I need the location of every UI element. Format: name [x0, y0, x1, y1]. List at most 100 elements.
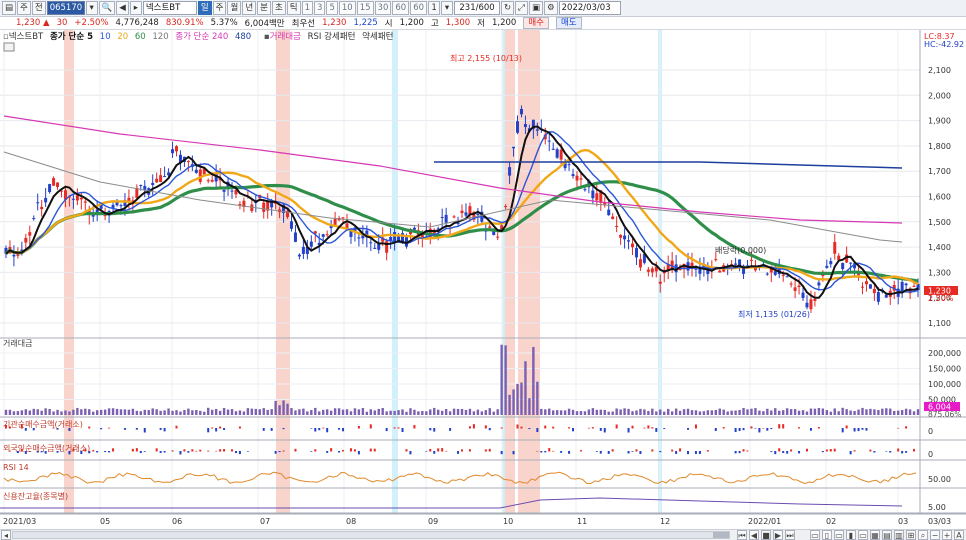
gear-icon[interactable]: ⚙ [544, 1, 558, 15]
foreign-flow-bar [357, 451, 360, 455]
volume-bar [12, 411, 16, 415]
tool-6-icon[interactable]: ▦ [870, 530, 880, 540]
candle-body [567, 164, 571, 166]
buy-button[interactable]: 매수 [523, 17, 549, 29]
trade-amount: 6,004백만 [244, 19, 285, 29]
minute-15[interactable]: 15 [356, 1, 374, 15]
stock-name-field[interactable]: 넥스트BT [142, 1, 197, 15]
volume-bar [544, 409, 547, 415]
inst-flow-bar [809, 428, 812, 431]
candle-body [579, 178, 583, 180]
horizontal-scrollbar[interactable] [12, 531, 730, 539]
code-dropdown-icon[interactable]: ▾ [85, 1, 98, 15]
prev-stock-icon[interactable]: ◀ [116, 1, 129, 15]
last-page-icon[interactable]: ⏭ [785, 530, 795, 540]
save-icon[interactable]: ▣ [528, 1, 543, 15]
candle-body [638, 259, 642, 268]
volume-bar [302, 408, 305, 415]
scroll-thumb[interactable] [713, 532, 729, 538]
foreign-flow-bar [409, 451, 412, 455]
data-count-field[interactable]: 231/600 [454, 1, 501, 15]
tab-month[interactable]: 월 [227, 1, 242, 15]
candle-body [301, 246, 305, 254]
zoom-out-search-icon[interactable]: ⌕ [918, 530, 928, 540]
volume-bar [68, 411, 71, 415]
volume-bar [8, 409, 12, 415]
zoom-in-icon[interactable]: + [942, 530, 952, 540]
prev-page-icon[interactable]: ◀ [749, 530, 759, 540]
volume-bar [575, 411, 579, 415]
volume-bar [492, 411, 495, 415]
view-button[interactable]: 전 [31, 1, 46, 15]
date-tick-label: 10 [503, 517, 513, 526]
search-icon[interactable]: 🔍 [98, 1, 116, 15]
zoom-out-icon[interactable]: − [930, 530, 940, 540]
font-size-icon[interactable]: A [954, 530, 964, 540]
inst-panel-title: 기관순매수금액(거래소) [3, 419, 83, 429]
volume-bar [437, 409, 440, 415]
tool-7-icon[interactable]: ▤ [882, 530, 892, 540]
low-price: 1,200 [491, 18, 517, 28]
scroll-left-icon[interactable]: ◂ [1, 530, 11, 540]
minute-5[interactable]: 5 [326, 1, 338, 15]
inst-flow-bar [758, 428, 761, 433]
minute-10[interactable]: 10 [338, 1, 356, 15]
foreign-flow-bar [330, 448, 333, 452]
date-tick-label: 05 [100, 517, 110, 526]
next-stock-icon[interactable]: ▸ [129, 1, 142, 15]
stop-icon[interactable]: ■ [761, 530, 771, 540]
candle-body [623, 235, 627, 240]
unit-input[interactable]: 1 [428, 1, 441, 15]
foreign-flow-bar [500, 451, 503, 455]
volume-bar [262, 408, 265, 415]
price-tick-label: 1,900 [928, 117, 951, 126]
tool-5-icon[interactable]: ▭ [858, 530, 868, 540]
volume-bar [809, 408, 813, 415]
period-button[interactable]: 주 [17, 1, 31, 15]
volume-bar [762, 411, 765, 415]
date-field[interactable]: 2022/03/03 [558, 1, 621, 15]
tool-1-icon[interactable]: ▭ [810, 530, 820, 540]
rsi-axis-50: 50.00 [928, 475, 951, 484]
minute-30[interactable]: 30 [374, 1, 392, 15]
inst-flow-bar [215, 428, 218, 432]
volume-bar [659, 409, 662, 415]
foreign-flow-bar [155, 448, 158, 452]
sell-button[interactable]: 매도 [555, 17, 582, 29]
inst-flow-bar [766, 428, 769, 431]
tool-4-icon[interactable]: ▮ [846, 530, 856, 540]
minute-1[interactable]: 1 [301, 1, 314, 15]
chart-menu-button[interactable]: ▤ [2, 1, 17, 15]
candle-body [460, 210, 464, 214]
refresh-icon[interactable]: ↻ [501, 1, 515, 15]
panel-settings-icon[interactable] [3, 42, 15, 52]
volume-bar [643, 409, 646, 415]
candle-body [801, 292, 805, 298]
stock-code-input[interactable]: 065170 [46, 1, 85, 15]
tab-second[interactable]: 초 [271, 1, 286, 15]
date-tick-label: 12 [660, 517, 670, 526]
tab-year[interactable]: 년 [242, 1, 257, 15]
volume-bar [24, 409, 28, 415]
foreign-flow-bar [552, 450, 555, 452]
tab-week[interactable]: 주 [212, 1, 227, 15]
inst-flow-bar [722, 427, 725, 429]
tool-9-icon[interactable]: ⊞ [906, 530, 916, 540]
tool-2-icon[interactable]: ▯ [822, 530, 832, 540]
chart-area[interactable]: 2,100 2,000 1,900 1,800 1,700 1,600 1,500 1,400… [0, 30, 966, 530]
volume-bar [417, 411, 420, 415]
daily-button[interactable]: 일 [197, 1, 212, 15]
first-page-icon[interactable]: ⏮ [737, 530, 747, 540]
tab-minute[interactable]: 분 [257, 1, 271, 15]
minute-60[interactable]: 60 [392, 1, 410, 15]
tool-3-icon[interactable]: ▭ [834, 530, 844, 540]
zoom-icon[interactable]: ⤢ [515, 1, 528, 15]
tool-8-icon[interactable]: ▥ [894, 530, 904, 540]
unit-dropdown-icon[interactable]: ▾ [441, 1, 454, 15]
legend-stock: 넥스트BT [9, 31, 44, 42]
foreign-flow-bar [294, 448, 297, 452]
minute-3[interactable]: 3 [314, 1, 326, 15]
tab-tick[interactable]: 틱 [286, 1, 301, 15]
next-page-icon[interactable]: ▶ [773, 530, 783, 540]
minute-60b[interactable]: 60 [410, 1, 428, 15]
